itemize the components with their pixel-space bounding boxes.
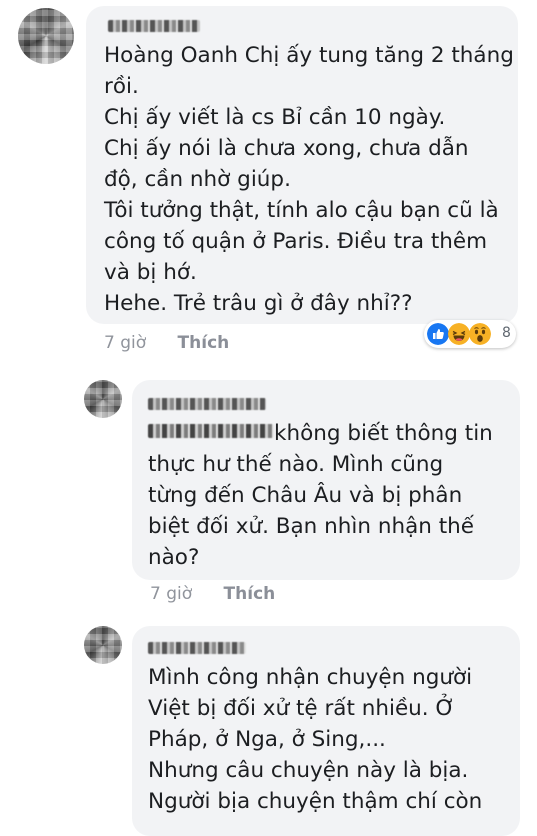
commenter-avatar[interactable] (84, 626, 122, 664)
tagged-name-blurred[interactable] (148, 424, 274, 438)
like-reaction-icon (427, 323, 449, 345)
reactions-summary[interactable]: 8 (424, 320, 516, 348)
comment-line: không biết thông tin (148, 418, 493, 449)
comment-line-rest: không biết thông tin (274, 421, 493, 446)
commenter-avatar[interactable] (84, 380, 122, 418)
commenter-name-blurred[interactable] (108, 20, 200, 32)
commenter-name-blurred[interactable] (148, 398, 266, 410)
commenter-avatar[interactable] (18, 8, 74, 64)
like-link[interactable]: Thích (224, 584, 276, 604)
comment-line: từng đến Châu Âu và bị phân (148, 483, 463, 508)
comment-line: Chị ấy nói là chưa xong, chưa dẫn (104, 136, 469, 161)
comment-line: Việt bị đối xử tệ rất nhiều. Ở (148, 696, 456, 721)
comment-meta: 7 giờ Thích (104, 333, 229, 353)
comment-bubble: không biết thông tin thực hư thế nào. Mì… (132, 380, 520, 580)
comment-line: Nhưng câu chuyện này là bịa. (148, 758, 469, 783)
haha-reaction-icon (448, 323, 470, 345)
reaction-count: 8 (502, 325, 511, 341)
comment-line: nào? (148, 545, 200, 570)
comment-line: và bị hớ. (104, 260, 197, 285)
comment-line: Người bịa chuyện thậm chí còn (148, 789, 483, 814)
comment-line: thực hư thế nào. Mình cũng (148, 452, 444, 477)
comment-line: công tố quận ở Paris. Điều tra thêm (104, 229, 488, 254)
comment-timestamp[interactable]: 7 giờ (150, 584, 192, 604)
comment-text: Mình công nhận chuyện người Việt bị đối … (148, 662, 482, 817)
comment-line: Tôi tưởng thật, tính alo cậu bạn cũ là (104, 198, 499, 223)
comment-line: Hehe. Trẻ trâu gì ở đây nhỉ?? (104, 291, 413, 316)
like-link[interactable]: Thích (178, 333, 230, 353)
comment-line: độ, cần nhờ giúp. (104, 167, 291, 192)
comment-bubble: Hoàng Oanh Chị ấy tung tăng 2 tháng rồi.… (86, 6, 518, 324)
comment-timestamp[interactable]: 7 giờ (104, 333, 146, 353)
comment-line: biệt đối xử. Bạn nhìn nhận thế (148, 514, 474, 539)
comment-line: Chị ấy viết là cs Bỉ cần 10 ngày. (104, 105, 446, 130)
comment-text: Hoàng Oanh Chị ấy tung tăng 2 tháng rồi.… (104, 40, 514, 319)
comment-line: Pháp, ở Nga, ở Sing,... (148, 727, 386, 752)
wow-reaction-icon (469, 323, 491, 345)
comment-meta: 7 giờ Thích (150, 584, 275, 604)
comment-bubble: Mình công nhận chuyện người Việt bị đối … (132, 626, 520, 836)
commenter-name-blurred[interactable] (148, 642, 246, 654)
comment-line: Hoàng Oanh Chị ấy tung tăng 2 tháng (104, 43, 514, 68)
comment-text: không biết thông tin thực hư thế nào. Mì… (148, 418, 493, 573)
comment-line: Mình công nhận chuyện người (148, 665, 473, 690)
comment-line: rồi. (104, 74, 139, 99)
